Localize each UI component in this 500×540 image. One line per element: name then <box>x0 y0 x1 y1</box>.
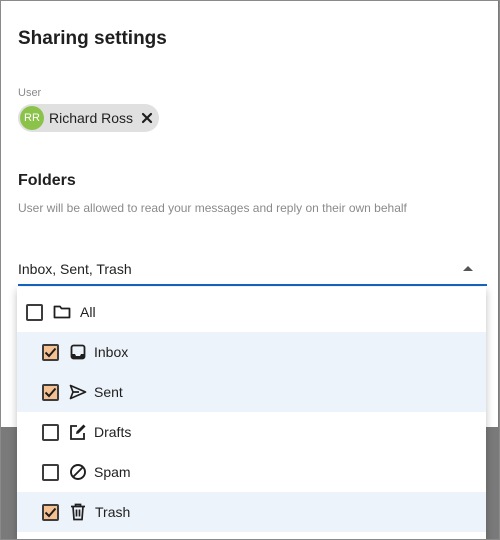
user-field-label: User <box>18 87 42 99</box>
option-spam[interactable]: Spam <box>17 452 486 492</box>
user-chip[interactable]: RR Richard Ross <box>18 104 159 132</box>
option-label: Drafts <box>94 424 132 440</box>
folder-icon <box>52 302 72 322</box>
option-label: Spam <box>94 464 131 480</box>
option-label: Inbox <box>94 344 129 360</box>
option-label: Sent <box>94 384 123 400</box>
option-label: Trash <box>95 504 131 520</box>
checkbox-trash[interactable] <box>42 503 59 521</box>
option-all[interactable]: All <box>17 292 486 332</box>
checkbox-drafts[interactable] <box>42 423 59 441</box>
chevron-up-icon <box>463 266 473 271</box>
avatar: RR <box>20 106 44 130</box>
folders-helper-text: User will be allowed to read your messag… <box>18 201 407 215</box>
close-icon[interactable] <box>140 111 154 125</box>
folders-select[interactable]: Inbox, Sent, Trash <box>18 253 487 286</box>
edit-icon <box>68 422 88 442</box>
checkbox-inbox[interactable] <box>42 343 59 361</box>
folders-dropdown-menu: All Inbox Sent Drafts Spam Trash <box>17 287 486 540</box>
user-chip-name: Richard Ross <box>49 110 134 126</box>
inbox-icon <box>68 342 88 362</box>
option-label: All <box>80 304 96 320</box>
option-drafts[interactable]: Drafts <box>17 412 486 452</box>
trash-icon <box>68 502 88 522</box>
option-trash[interactable]: Trash <box>17 492 486 532</box>
checkbox-sent[interactable] <box>42 383 59 401</box>
folders-select-value: Inbox, Sent, Trash <box>18 261 132 277</box>
block-icon <box>68 462 88 482</box>
option-sent[interactable]: Sent <box>17 372 486 412</box>
dialog-title: Sharing settings <box>18 28 167 49</box>
option-inbox[interactable]: Inbox <box>17 332 486 372</box>
checkbox-all[interactable] <box>26 303 43 321</box>
send-icon <box>68 382 88 402</box>
folders-title: Folders <box>18 172 76 189</box>
checkbox-spam[interactable] <box>42 463 59 481</box>
